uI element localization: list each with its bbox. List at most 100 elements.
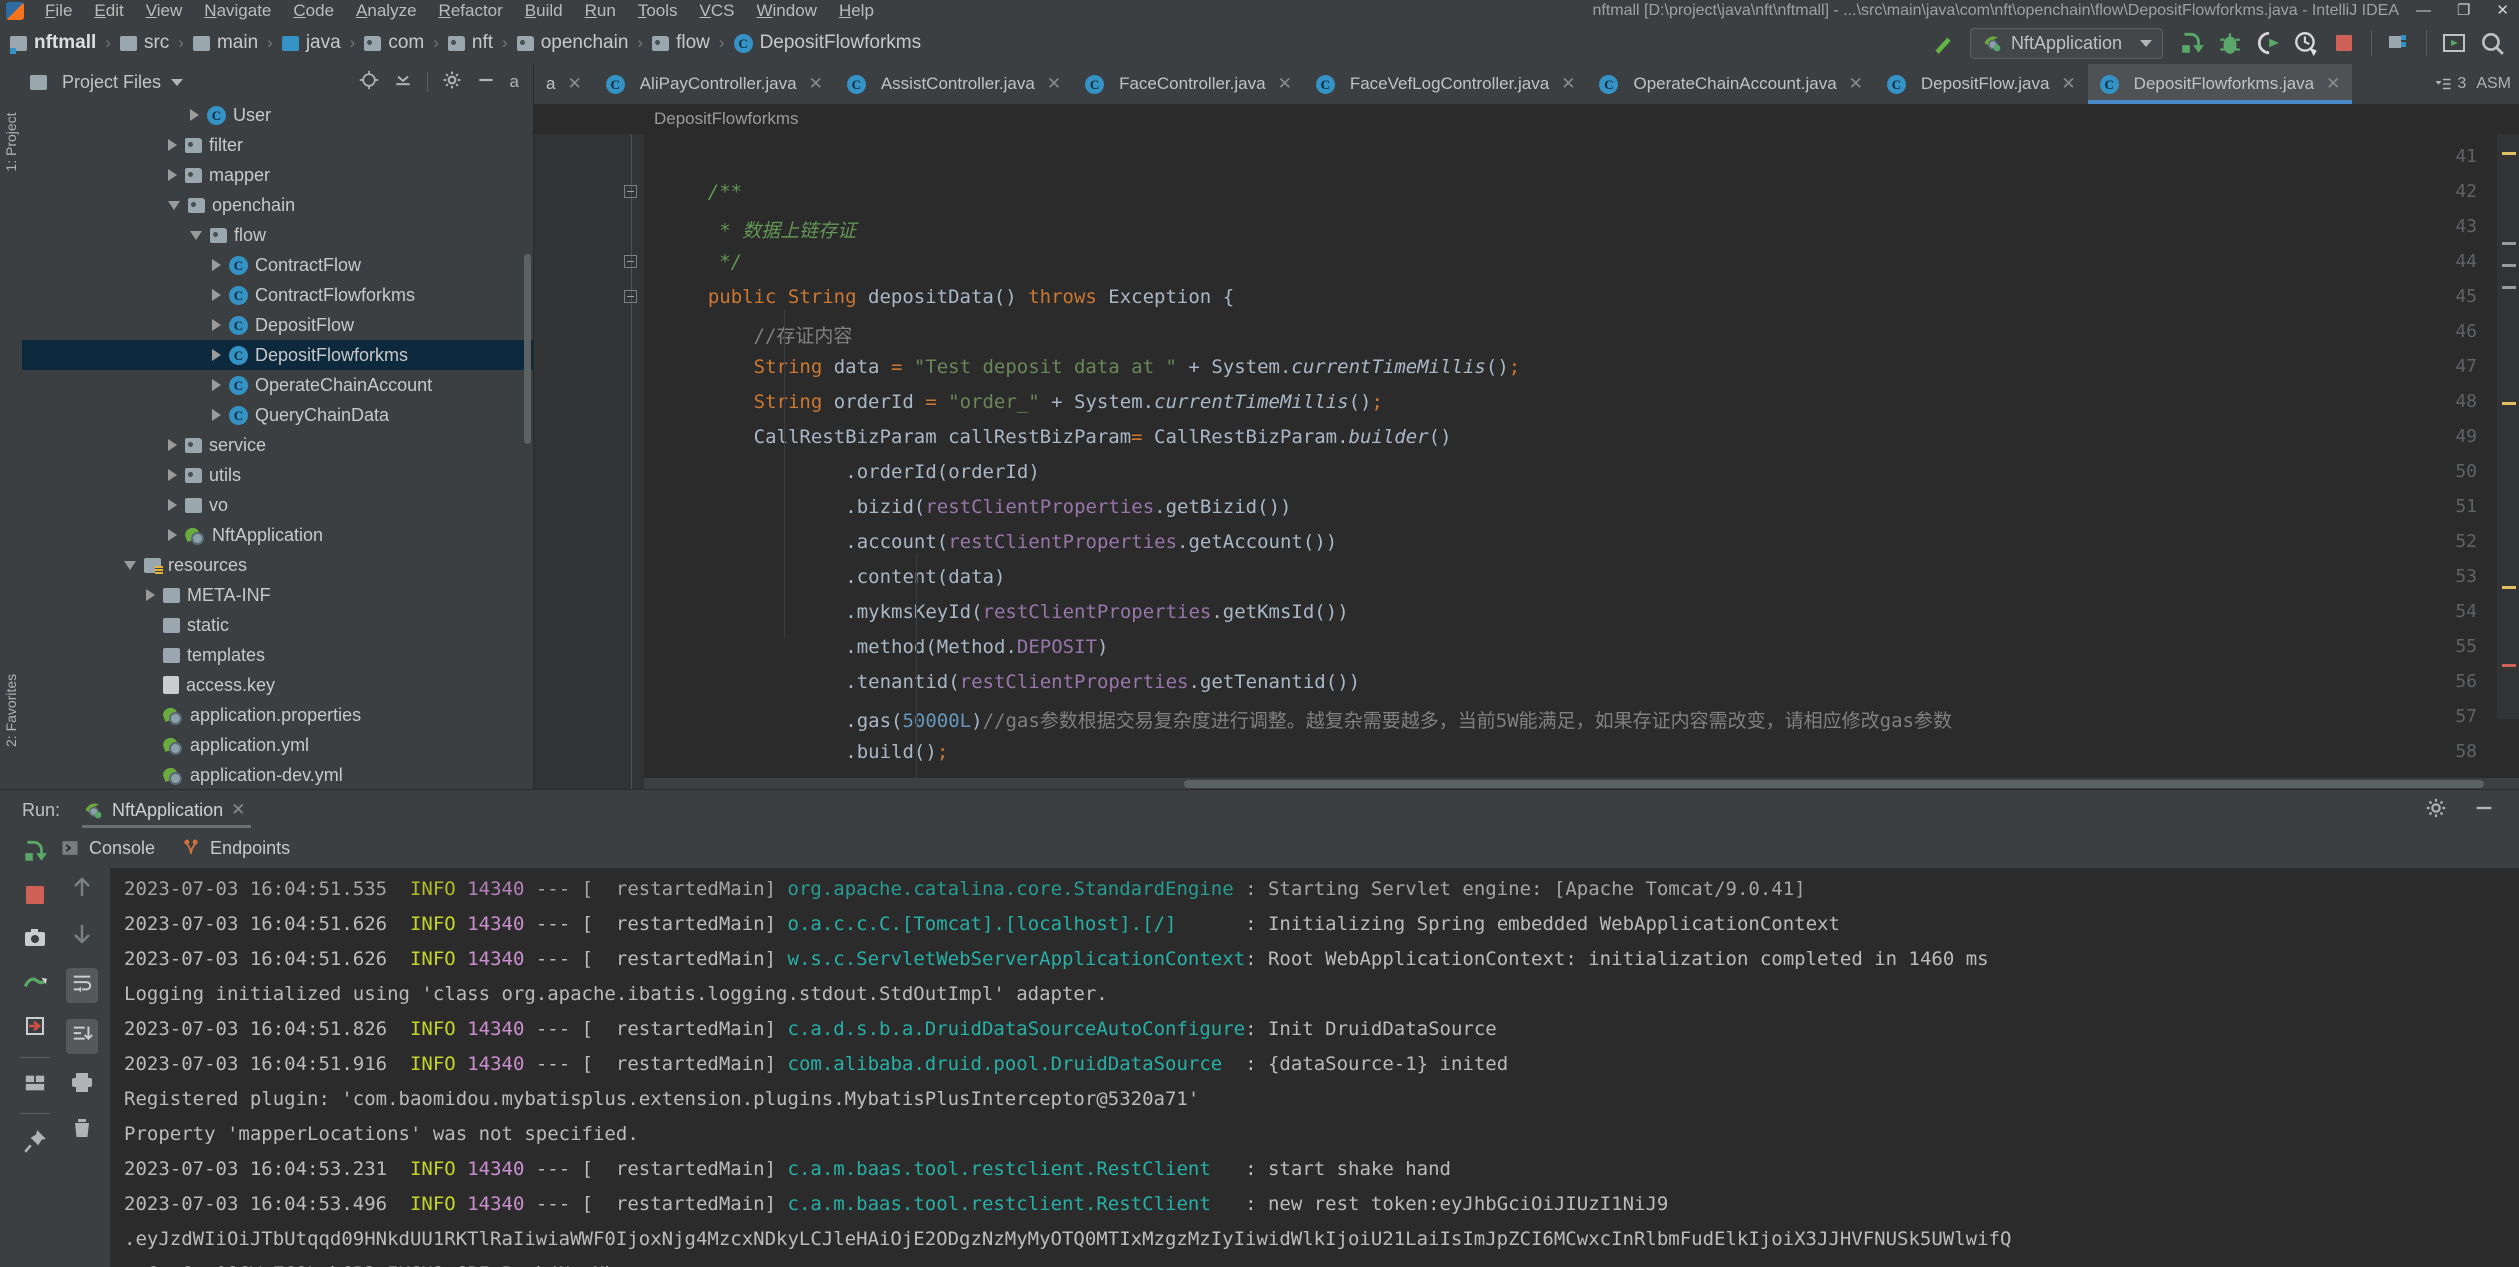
stop-icon[interactable] [23,883,47,912]
tool-strip-project[interactable]: 1: Project [3,107,19,177]
screenshot-icon[interactable] [22,926,48,955]
code-line[interactable]: /** [662,181,742,203]
tree-node-filter[interactable]: filter [22,130,533,160]
breadcrumb-src[interactable]: src [119,32,169,54]
tree-node-meta-inf[interactable]: META-INF [22,580,533,610]
minimize-icon[interactable] [2473,797,2495,824]
editor-tab-alipaycontroller[interactable]: C AliPayController.java ✕ [594,64,835,104]
tool-strip-favorites[interactable]: 2: Favorites [3,674,19,747]
chevron-right-icon[interactable] [168,139,177,151]
menu-file[interactable]: File [34,0,83,22]
close-icon[interactable]: ✕ [809,74,823,94]
run-toolbar-primary[interactable] [10,830,60,1267]
chevron-right-icon[interactable] [168,439,177,451]
run-toolbar-secondary[interactable] [58,868,106,1267]
code-line[interactable]: //存证内容 [662,321,853,348]
tree-node-application-properties[interactable]: application.properties [22,700,533,730]
code-line[interactable]: * 数据上链存证 [662,216,856,243]
menu-view[interactable]: View [135,0,194,22]
tab-overflow-icon[interactable]: 3 [2433,75,2466,93]
chevron-down-icon[interactable] [2140,39,2152,47]
chevron-right-icon[interactable] [146,589,155,601]
tree-node-access-key[interactable]: access.key [22,670,533,700]
breadcrumb-depositflowforkms[interactable]: C DepositFlowforkms [733,32,921,54]
breadcrumb-com[interactable]: com [364,32,424,54]
editor-tab-depositflowforkms[interactable]: C DepositFlowforkms.java ✕ [2087,64,2353,104]
chevron-down-icon[interactable] [168,200,180,210]
close-icon[interactable]: ✕ [231,800,245,820]
chevron-right-icon[interactable] [212,259,221,271]
tree-node-nftapplication[interactable]: NftApplication [22,520,533,550]
soft-wrap-icon[interactable] [66,968,98,1003]
search-icon[interactable] [2473,27,2511,59]
menu-analyze[interactable]: Analyze [345,0,427,22]
tree-node-querychaindata[interactable]: C QueryChainData [22,400,533,430]
breadcrumb-java[interactable]: java [281,32,341,54]
chevron-right-icon[interactable] [212,349,221,361]
tree-node-resources[interactable]: resources [22,550,533,580]
close-icon[interactable]: ✕ [2326,74,2340,94]
gear-icon[interactable] [442,70,462,95]
code-line[interactable]: public String depositData() throws Excep… [662,286,1234,308]
editor-tab-operatechainaccount[interactable]: C OperateChainAccount.java ✕ [1587,64,1874,104]
menu-build[interactable]: Build [514,0,574,22]
tree-node-user[interactable]: C User [22,100,533,130]
close-icon[interactable]: ✕ [2061,74,2075,94]
close-icon[interactable]: ✕ [1278,74,1292,94]
tree-node-static[interactable]: static [22,610,533,640]
hide-icon[interactable] [476,70,496,95]
coverage-icon[interactable] [2249,27,2287,59]
chevron-down-icon[interactable] [190,230,202,240]
code-line[interactable]: .build(); [662,741,948,763]
code-line[interactable]: */ [662,251,742,273]
close-icon[interactable]: ✕ [1561,74,1575,94]
down-arrow-icon[interactable] [70,921,94,952]
code-line[interactable]: String orderId = "order_" + System.curre… [662,391,1383,413]
up-arrow-icon[interactable] [70,874,94,905]
code-fold-icon[interactable] [624,185,638,199]
chevron-right-icon[interactable] [212,289,221,301]
console-output[interactable]: 2023-07-03 16:04:51.535 INFO 14340 --- [… [110,868,2519,1267]
tree-node-depositflowforkms[interactable]: C DepositFlowforkms [22,340,533,370]
tree-node-openchain[interactable]: openchain [22,190,533,220]
collapse-all-icon[interactable] [393,70,413,95]
code-fold-icon[interactable] [624,290,638,304]
menu-help[interactable]: Help [828,0,885,22]
thread-dump-icon[interactable] [22,969,48,1000]
window-controls[interactable]: — ❐ ✕ [2416,0,2509,22]
tree-node-mapper[interactable]: mapper [22,160,533,190]
chevron-right-icon[interactable] [212,379,221,391]
gear-icon[interactable] [2425,797,2447,824]
tree-node-application-yml[interactable]: application.yml [22,730,533,760]
code-line[interactable]: .method(Method.DEPOSIT) [662,636,1108,658]
chevron-right-icon[interactable] [168,529,177,541]
chevron-right-icon[interactable] [168,469,177,481]
editor-marker-bar[interactable] [2497,134,2519,719]
editor-tab-assistcontroller[interactable]: C AssistController.java ✕ [835,64,1073,104]
code-line[interactable]: .tenantid(restClientProperties.getTenant… [662,671,1360,693]
chevron-right-icon[interactable] [168,499,177,511]
code-line[interactable]: CallRestBizParam callRestBizParam= CallR… [662,426,1452,448]
chevron-right-icon[interactable] [212,409,221,421]
minimize-button[interactable]: — [2416,0,2431,22]
project-structure-icon[interactable] [2380,27,2418,59]
tree-node-vo[interactable]: vo [22,490,533,520]
tree-node-depositflow[interactable]: C DepositFlow [22,310,533,340]
project-tree[interactable]: C User filter mapper openchain flow C ContractF… [22,100,533,785]
tree-node-service[interactable]: service [22,430,533,460]
editor-tab-bar[interactable]: a ✕ C AliPayController.java ✕ C AssistControll… [534,64,2519,104]
code-line[interactable]: .bizid(restClientProperties.getBizid()) [662,496,1291,518]
editor-tab-faceveflogcontroller[interactable]: C FaceVefLogController.java ✕ [1304,64,1588,104]
menu-refactor[interactable]: Refactor [428,0,514,22]
close-icon[interactable]: ✕ [1849,74,1863,94]
close-icon[interactable]: ✕ [1047,74,1061,94]
stop-icon[interactable] [2325,27,2363,59]
tree-node-application-dev-yml[interactable]: application-dev.yml [22,760,533,785]
project-scrollbar[interactable] [524,254,531,444]
tree-node-operatechainaccount[interactable]: C OperateChainAccount [22,370,533,400]
menu-tools[interactable]: Tools [627,0,689,22]
menu-window[interactable]: Window [745,0,827,22]
code-fold-icon[interactable] [624,255,638,269]
pin-icon[interactable] [22,1128,48,1159]
code-line[interactable]: .account(restClientProperties.getAccount… [662,531,1337,553]
